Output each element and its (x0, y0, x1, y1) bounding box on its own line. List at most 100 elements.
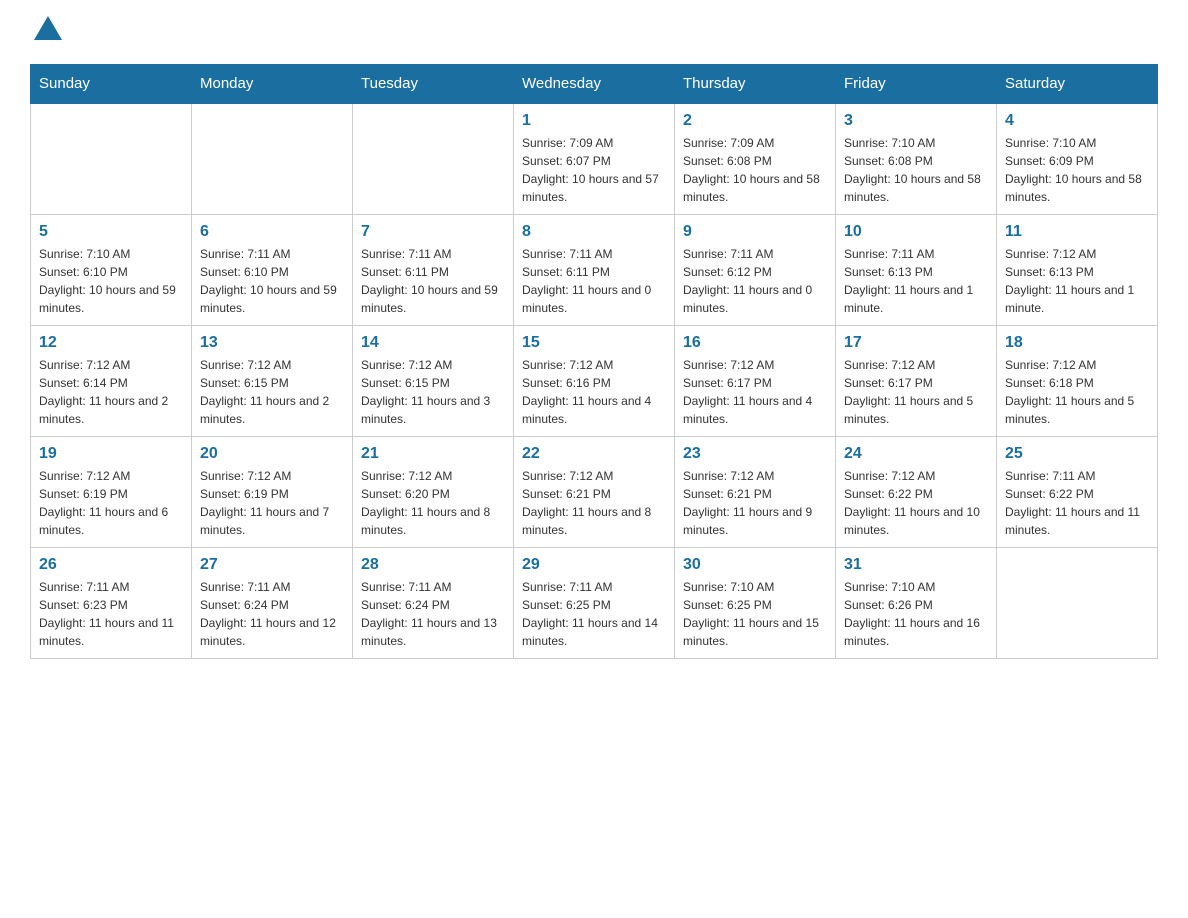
calendar-cell: 15Sunrise: 7:12 AM Sunset: 6:16 PM Dayli… (514, 326, 675, 437)
day-info: Sunrise: 7:11 AM Sunset: 6:10 PM Dayligh… (200, 245, 344, 317)
day-number: 16 (683, 334, 827, 352)
day-number: 21 (361, 445, 505, 463)
day-info: Sunrise: 7:11 AM Sunset: 6:23 PM Dayligh… (39, 578, 183, 650)
day-info: Sunrise: 7:12 AM Sunset: 6:18 PM Dayligh… (1005, 356, 1149, 428)
calendar-cell: 27Sunrise: 7:11 AM Sunset: 6:24 PM Dayli… (192, 548, 353, 659)
day-info: Sunrise: 7:10 AM Sunset: 6:08 PM Dayligh… (844, 134, 988, 206)
weekday-row: SundayMondayTuesdayWednesdayThursdayFrid… (31, 65, 1158, 104)
day-number: 4 (1005, 112, 1149, 130)
day-number: 7 (361, 223, 505, 241)
weekday-header: Monday (192, 65, 353, 104)
calendar-cell: 2 Sunrise: 7:09 AM Sunset: 6:08 PM Daylig… (675, 103, 836, 215)
day-info: Sunrise: 7:11 AM Sunset: 6:25 PM Dayligh… (522, 578, 666, 650)
calendar-cell: 26 Sunrise: 7:11 AM Sunset: 6:23 PM Dayli… (31, 548, 192, 659)
day-number: 11 (1005, 223, 1149, 241)
calendar-cell: 6 Sunrise: 7:11 AM Sunset: 6:10 PM Daylig… (192, 215, 353, 326)
day-info: Sunrise: 7:12 AM Sunset: 6:13 PM Dayligh… (1005, 245, 1149, 317)
weekday-header: Thursday (675, 65, 836, 104)
day-number: 3 (844, 112, 988, 130)
day-info: Sunrise: 7:10 AM Sunset: 6:09 PM Dayligh… (1005, 134, 1149, 206)
calendar-cell: 30 Sunrise: 7:10 AM Sunset: 6:25 PM Dayli… (675, 548, 836, 659)
day-number: 9 (683, 223, 827, 241)
calendar-cell: 22 Sunrise: 7:12 AM Sunset: 6:21 PM Dayli… (514, 437, 675, 548)
day-number: 5 (39, 223, 183, 241)
calendar-cell: 7 Sunrise: 7:11 AM Sunset: 6:11 PM Daylig… (353, 215, 514, 326)
calendar-cell: 31 Sunrise: 7:10 AM Sunset: 6:26 PM Dayli… (836, 548, 997, 659)
calendar-header: SundayMondayTuesdayWednesdayThursdayFrid… (31, 65, 1158, 104)
day-number: 18 (1005, 334, 1149, 352)
weekday-header: Wednesday (514, 65, 675, 104)
calendar-cell: 23Sunrise: 7:12 AM Sunset: 6:21 PM Dayli… (675, 437, 836, 548)
calendar-cell: 9Sunrise: 7:11 AM Sunset: 6:12 PM Daylig… (675, 215, 836, 326)
day-number: 30 (683, 556, 827, 574)
logo-triangle-icon (34, 16, 62, 40)
day-info: Sunrise: 7:12 AM Sunset: 6:15 PM Dayligh… (200, 356, 344, 428)
calendar-cell: 10 Sunrise: 7:11 AM Sunset: 6:13 PM Dayli… (836, 215, 997, 326)
weekday-header: Tuesday (353, 65, 514, 104)
calendar-cell: 5 Sunrise: 7:10 AM Sunset: 6:10 PM Daylig… (31, 215, 192, 326)
calendar-week-row: 26 Sunrise: 7:11 AM Sunset: 6:23 PM Dayli… (31, 548, 1158, 659)
calendar-cell: 28 Sunrise: 7:11 AM Sunset: 6:24 PM Dayli… (353, 548, 514, 659)
calendar-cell: 25 Sunrise: 7:11 AM Sunset: 6:22 PM Dayli… (997, 437, 1158, 548)
day-number: 6 (200, 223, 344, 241)
calendar-week-row: 19Sunrise: 7:12 AM Sunset: 6:19 PM Dayli… (31, 437, 1158, 548)
header (30, 20, 1158, 44)
calendar-week-row: 12Sunrise: 7:12 AM Sunset: 6:14 PM Dayli… (31, 326, 1158, 437)
day-info: Sunrise: 7:10 AM Sunset: 6:26 PM Dayligh… (844, 578, 988, 650)
day-info: Sunrise: 7:12 AM Sunset: 6:17 PM Dayligh… (683, 356, 827, 428)
day-number: 15 (522, 334, 666, 352)
calendar-cell (997, 548, 1158, 659)
day-number: 23 (683, 445, 827, 463)
calendar-cell: 24 Sunrise: 7:12 AM Sunset: 6:22 PM Dayli… (836, 437, 997, 548)
day-info: Sunrise: 7:12 AM Sunset: 6:20 PM Dayligh… (361, 467, 505, 539)
day-info: Sunrise: 7:11 AM Sunset: 6:24 PM Dayligh… (361, 578, 505, 650)
day-info: Sunrise: 7:12 AM Sunset: 6:19 PM Dayligh… (39, 467, 183, 539)
day-number: 24 (844, 445, 988, 463)
day-number: 22 (522, 445, 666, 463)
calendar-cell: 8 Sunrise: 7:11 AM Sunset: 6:11 PM Daylig… (514, 215, 675, 326)
day-number: 2 (683, 112, 827, 130)
calendar-cell: 4 Sunrise: 7:10 AM Sunset: 6:09 PM Daylig… (997, 103, 1158, 215)
day-number: 31 (844, 556, 988, 574)
calendar-cell: 17 Sunrise: 7:12 AM Sunset: 6:17 PM Dayli… (836, 326, 997, 437)
calendar-cell: 1Sunrise: 7:09 AM Sunset: 6:07 PM Daylig… (514, 103, 675, 215)
day-number: 14 (361, 334, 505, 352)
calendar-cell: 16 Sunrise: 7:12 AM Sunset: 6:17 PM Dayli… (675, 326, 836, 437)
calendar-cell: 18 Sunrise: 7:12 AM Sunset: 6:18 PM Dayli… (997, 326, 1158, 437)
calendar-cell: 11 Sunrise: 7:12 AM Sunset: 6:13 PM Dayli… (997, 215, 1158, 326)
day-info: Sunrise: 7:10 AM Sunset: 6:25 PM Dayligh… (683, 578, 827, 650)
day-info: Sunrise: 7:11 AM Sunset: 6:22 PM Dayligh… (1005, 467, 1149, 539)
calendar-cell: 20Sunrise: 7:12 AM Sunset: 6:19 PM Dayli… (192, 437, 353, 548)
calendar-cell: 12Sunrise: 7:12 AM Sunset: 6:14 PM Dayli… (31, 326, 192, 437)
calendar-table: SundayMondayTuesdayWednesdayThursdayFrid… (30, 64, 1158, 659)
calendar-cell: 14 Sunrise: 7:12 AM Sunset: 6:15 PM Dayli… (353, 326, 514, 437)
calendar-cell: 3 Sunrise: 7:10 AM Sunset: 6:08 PM Daylig… (836, 103, 997, 215)
day-info: Sunrise: 7:11 AM Sunset: 6:11 PM Dayligh… (361, 245, 505, 317)
calendar-cell: 19Sunrise: 7:12 AM Sunset: 6:19 PM Dayli… (31, 437, 192, 548)
calendar-body: 1Sunrise: 7:09 AM Sunset: 6:07 PM Daylig… (31, 103, 1158, 659)
day-info: Sunrise: 7:11 AM Sunset: 6:13 PM Dayligh… (844, 245, 988, 317)
weekday-header: Friday (836, 65, 997, 104)
calendar-cell (31, 103, 192, 215)
weekday-header: Saturday (997, 65, 1158, 104)
day-info: Sunrise: 7:12 AM Sunset: 6:14 PM Dayligh… (39, 356, 183, 428)
day-number: 27 (200, 556, 344, 574)
day-info: Sunrise: 7:12 AM Sunset: 6:21 PM Dayligh… (522, 467, 666, 539)
day-info: Sunrise: 7:12 AM Sunset: 6:17 PM Dayligh… (844, 356, 988, 428)
day-number: 25 (1005, 445, 1149, 463)
day-info: Sunrise: 7:12 AM Sunset: 6:15 PM Dayligh… (361, 356, 505, 428)
day-info: Sunrise: 7:09 AM Sunset: 6:08 PM Dayligh… (683, 134, 827, 206)
day-info: Sunrise: 7:12 AM Sunset: 6:22 PM Dayligh… (844, 467, 988, 539)
day-number: 28 (361, 556, 505, 574)
day-number: 1 (522, 112, 666, 130)
day-info: Sunrise: 7:10 AM Sunset: 6:10 PM Dayligh… (39, 245, 183, 317)
day-number: 8 (522, 223, 666, 241)
day-number: 17 (844, 334, 988, 352)
logo (30, 20, 64, 44)
day-number: 29 (522, 556, 666, 574)
day-number: 10 (844, 223, 988, 241)
day-number: 26 (39, 556, 183, 574)
calendar-week-row: 1Sunrise: 7:09 AM Sunset: 6:07 PM Daylig… (31, 103, 1158, 215)
day-info: Sunrise: 7:11 AM Sunset: 6:11 PM Dayligh… (522, 245, 666, 317)
day-number: 13 (200, 334, 344, 352)
